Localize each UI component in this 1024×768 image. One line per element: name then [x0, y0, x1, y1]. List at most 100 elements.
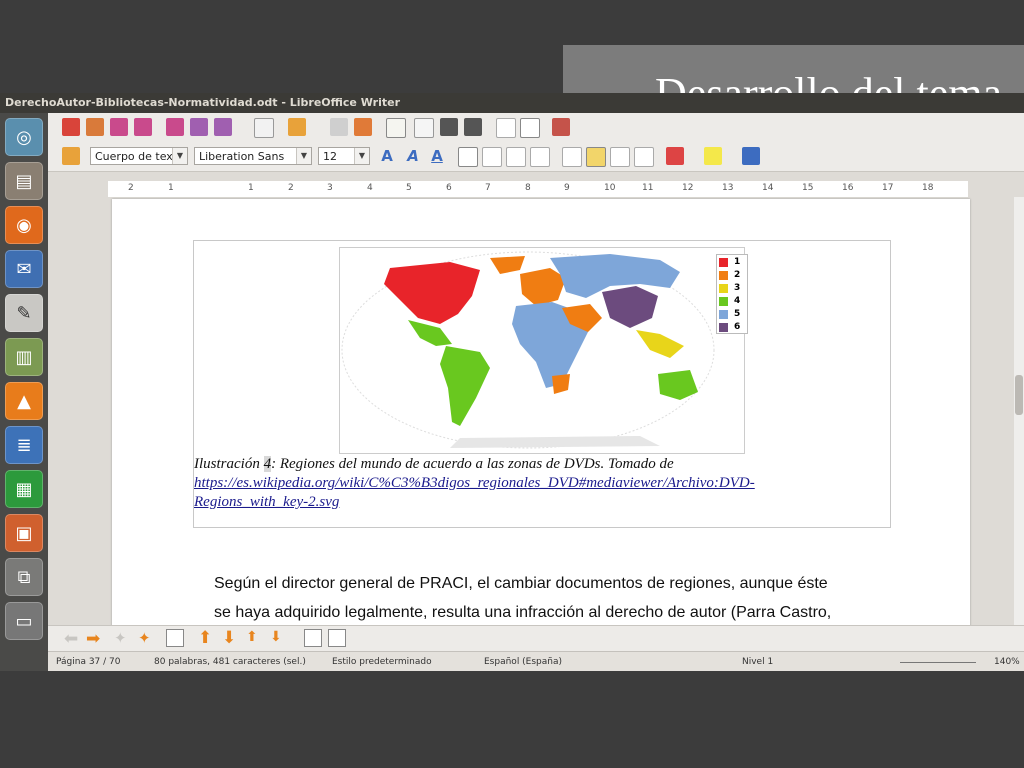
caption-number[interactable]: 4	[263, 456, 272, 472]
workspace-icon[interactable]: ⧉	[5, 558, 43, 596]
arrow-right-icon[interactable]: ➡	[86, 629, 100, 649]
next-icon[interactable]: ✦	[138, 629, 151, 647]
vertical-scrollbar[interactable]	[1014, 197, 1024, 625]
print-icon[interactable]	[440, 118, 458, 136]
navigator-icon[interactable]	[166, 629, 184, 647]
ruler-tick: 17	[882, 183, 894, 193]
dash-home-icon[interactable]: ◎	[5, 118, 43, 156]
files-icon[interactable]: ▤	[5, 162, 43, 200]
caption-text: : Regiones del mundo de acuerdo a las zo…	[271, 456, 674, 472]
ruler-tick: 8	[525, 183, 531, 193]
arrow-up-icon[interactable]: ⬆	[198, 628, 212, 648]
italic-icon[interactable]: A	[404, 147, 422, 165]
paragraph-style-value: Cuerpo de text	[95, 150, 178, 163]
legend-swatch	[719, 296, 728, 306]
zoom-level[interactable]: 140%	[994, 657, 1020, 667]
bullets-icon[interactable]	[586, 147, 606, 167]
auto-spellcheck-icon[interactable]	[520, 118, 540, 138]
standard-toolbar	[48, 113, 1024, 142]
page-style[interactable]: Estilo predeterminado	[332, 657, 432, 667]
horizontal-ruler[interactable]: 2 1 1 2 3 4 5 6 7 8 9 10 11 12 13 14 15 …	[108, 181, 968, 198]
ruler-tick: 5	[406, 183, 412, 193]
ruler-tick: 2	[288, 183, 294, 193]
page-indicator[interactable]: Página 37 / 70	[56, 657, 121, 667]
align-right-icon[interactable]	[506, 147, 526, 167]
caption-link[interactable]: https://es.wikipedia.org/wiki/C%C3%B3dig…	[194, 475, 755, 491]
chevron-down-icon[interactable]: ▼	[296, 148, 311, 164]
print-preview-icon[interactable]	[464, 118, 482, 136]
legend-label: 4	[734, 296, 741, 306]
document-page[interactable]: 1 2 3 4 5 6 Ilustración 4: Regiones del …	[112, 199, 970, 625]
styles-icon[interactable]	[62, 147, 80, 165]
body-line: se haya adquirido legalmente, resulta un…	[214, 604, 832, 621]
decrease-indent-icon[interactable]	[610, 147, 630, 167]
open-folder-icon[interactable]	[288, 118, 306, 136]
numbering-off-icon[interactable]	[328, 629, 346, 647]
document-area[interactable]: 1 2 3 4 5 6 Ilustración 4: Regiones del …	[48, 197, 1014, 625]
export-pdf-icon[interactable]	[414, 118, 434, 138]
legend-swatch	[719, 283, 728, 293]
toolbar-icon-2[interactable]	[86, 118, 104, 136]
word-count[interactable]: 80 palabras, 481 caracteres (sel.)	[154, 657, 306, 667]
figure-frame[interactable]: 1 2 3 4 5 6 Ilustración 4: Regiones del …	[193, 240, 891, 528]
ruler-tick: 15	[802, 183, 814, 193]
figure-caption[interactable]: Ilustración 4: Regiones del mundo de acu…	[194, 455, 884, 512]
legend-label: 1	[734, 257, 741, 267]
thunderbird-icon[interactable]: ✉	[5, 250, 43, 288]
numbering-icon[interactable]	[562, 147, 582, 167]
ruler-tick: 2	[128, 183, 134, 193]
chevron-down-icon[interactable]: ▼	[172, 148, 187, 164]
underline-icon[interactable]: A	[428, 147, 446, 165]
legend-label: 5	[734, 309, 741, 319]
demote-icon[interactable]: ⬇	[270, 629, 282, 645]
text-editor-icon[interactable]: ✎	[5, 294, 43, 332]
body-paragraph[interactable]: Según el director general de PRACI, el c…	[214, 569, 894, 625]
font-name-select[interactable]: Liberation Sans ▼	[194, 147, 312, 165]
promote-icon[interactable]: ⬆	[246, 629, 258, 645]
justify-icon[interactable]	[530, 147, 550, 167]
impress-icon[interactable]: ▣	[5, 514, 43, 552]
toolbar-icon-3[interactable]	[110, 118, 128, 136]
toolbar-icon-7[interactable]	[214, 118, 232, 136]
previous-icon[interactable]: ✦	[114, 629, 127, 647]
save-icon[interactable]	[330, 118, 348, 136]
edit-mode-icon[interactable]	[386, 118, 406, 138]
chevron-down-icon[interactable]: ▼	[354, 148, 369, 164]
toolbar-icon-4[interactable]	[134, 118, 152, 136]
body-line: Según el director general de PRACI, el c…	[214, 575, 828, 592]
spellcheck-icon[interactable]	[496, 118, 516, 138]
world-map-graphic	[341, 251, 715, 449]
caption-link-continued[interactable]: Regions_with_key-2.svg	[194, 494, 339, 510]
calc-icon[interactable]: ▦	[5, 470, 43, 508]
toolbar-icon-1[interactable]	[62, 118, 80, 136]
insert-unnumbered-icon[interactable]	[304, 629, 322, 647]
firefox-icon[interactable]: ◉	[5, 206, 43, 244]
new-document-icon[interactable]	[254, 118, 274, 138]
export-icon[interactable]	[354, 118, 372, 136]
font-size-select[interactable]: 12 ▼	[318, 147, 370, 165]
scrollbar-thumb[interactable]	[1015, 375, 1023, 415]
system-monitor-icon[interactable]: ▥	[5, 338, 43, 376]
zoom-slider[interactable]	[900, 662, 976, 663]
highlight-icon[interactable]	[704, 147, 722, 165]
font-color-icon[interactable]	[666, 147, 684, 165]
map-legend: 1 2 3 4 5 6	[716, 254, 748, 334]
toolbar-icon-5[interactable]	[166, 118, 184, 136]
background-color-icon[interactable]	[742, 147, 760, 165]
vlc-icon[interactable]: ▲	[5, 382, 43, 420]
arrow-down-icon[interactable]: ⬇	[222, 628, 236, 648]
arrow-left-icon[interactable]: ⬅	[64, 629, 78, 649]
paragraph-style-select[interactable]: Cuerpo de text ▼	[90, 147, 188, 165]
align-left-icon[interactable]	[458, 147, 478, 167]
ruler-tick: 3	[327, 183, 333, 193]
increase-indent-icon[interactable]	[634, 147, 654, 167]
language[interactable]: Español (España)	[484, 657, 562, 667]
writer-icon[interactable]: ≣	[5, 426, 43, 464]
toolbar-icon-6[interactable]	[190, 118, 208, 136]
status-bar: Página 37 / 70 80 palabras, 481 caracter…	[48, 651, 1024, 671]
trash-icon[interactable]: ▭	[5, 602, 43, 640]
bold-icon[interactable]: A	[378, 147, 396, 165]
dvd-regions-map-image[interactable]: 1 2 3 4 5 6	[339, 247, 748, 454]
cut-icon[interactable]	[552, 118, 570, 136]
align-center-icon[interactable]	[482, 147, 502, 167]
